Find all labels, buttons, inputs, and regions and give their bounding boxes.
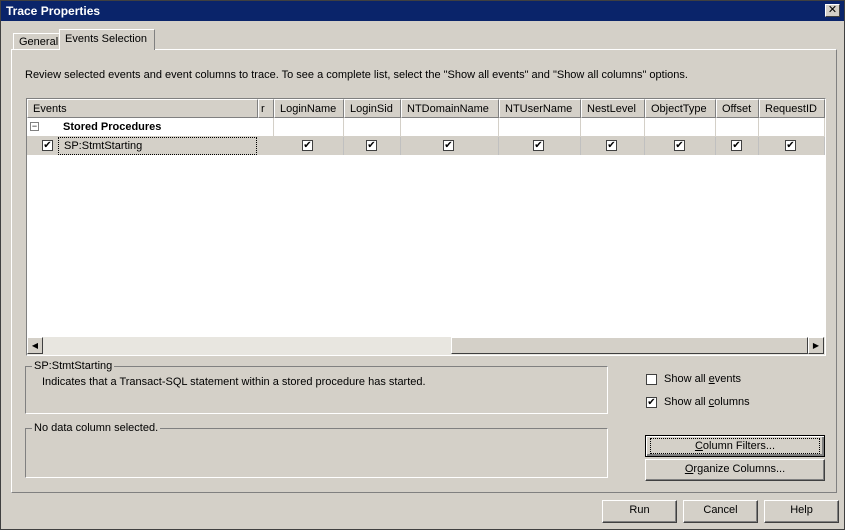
- group-cell-events: [27, 118, 258, 137]
- scrollbar-thumb[interactable]: [451, 337, 808, 354]
- events-grid[interactable]: Events r LoginName LoginSid NTDomainName…: [26, 98, 826, 356]
- events-selection-panel: Review selected events and event columns…: [11, 49, 837, 493]
- group-cell: [258, 118, 274, 137]
- column-checkbox-loginsid[interactable]: ✔: [366, 140, 377, 151]
- column-description-box: No data column selected.: [25, 422, 608, 478]
- title-bar[interactable]: Trace Properties ✕: [1, 1, 844, 21]
- group-cell: [499, 118, 581, 137]
- trace-properties-dialog: Trace Properties ✕ General Events Select…: [0, 0, 845, 530]
- group-cell: [401, 118, 499, 137]
- horizontal-scrollbar[interactable]: ◀ ▶: [27, 337, 825, 355]
- group-row-stored-procedures[interactable]: − Stored Procedures: [27, 118, 825, 137]
- event-description-box: SP:StmtStarting Indicates that a Transac…: [25, 360, 608, 414]
- column-header-ntdomainname[interactable]: NTDomainName: [401, 99, 499, 118]
- scroll-right-icon[interactable]: ▶: [808, 337, 824, 354]
- column-header-nestlevel[interactable]: NestLevel: [581, 99, 645, 118]
- group-cell: [645, 118, 716, 137]
- grid-viewport: Events r LoginName LoginSid NTDomainName…: [27, 99, 825, 337]
- column-checkbox-nestlevel[interactable]: ✔: [606, 140, 617, 151]
- organize-columns-label: Organize Columns...: [684, 463, 786, 475]
- close-icon[interactable]: ✕: [825, 4, 840, 17]
- column-checkbox-loginname[interactable]: ✔: [302, 140, 313, 151]
- column-description-title: No data column selected.: [32, 422, 161, 434]
- column-header-events[interactable]: Events: [27, 99, 258, 118]
- column-header-truncated[interactable]: r: [258, 99, 274, 118]
- column-filters-button[interactable]: Column Filters...: [645, 435, 825, 457]
- organize-columns-button[interactable]: Organize Columns...: [645, 459, 825, 481]
- group-cell: [716, 118, 759, 137]
- cell-requestid[interactable]: ✔: [759, 137, 825, 155]
- show-all-events-checkbox[interactable]: [646, 374, 657, 385]
- column-checkbox-requestid[interactable]: ✔: [785, 140, 796, 151]
- column-filters-label: Column Filters...: [650, 438, 820, 454]
- cell-offset[interactable]: ✔: [716, 137, 759, 155]
- column-checkbox-ntusername[interactable]: ✔: [533, 140, 544, 151]
- column-header-loginsid[interactable]: LoginSid: [344, 99, 401, 118]
- window-title: Trace Properties: [6, 4, 101, 18]
- cell-ntdomainname[interactable]: ✔: [401, 137, 499, 155]
- column-header-objecttype[interactable]: ObjectType: [645, 99, 716, 118]
- group-cell: [581, 118, 645, 137]
- column-checkbox-offset[interactable]: ✔: [731, 140, 742, 151]
- tab-events-selection[interactable]: Events Selection: [59, 29, 155, 50]
- cell-ntusername[interactable]: ✔: [499, 137, 581, 155]
- show-all-columns-checkbox[interactable]: ✔: [646, 397, 657, 408]
- cancel-button[interactable]: Cancel: [683, 500, 758, 523]
- cell-nestlevel[interactable]: ✔: [581, 137, 645, 155]
- event-description-title: SP:StmtStarting: [32, 360, 115, 372]
- group-cell: [274, 118, 344, 137]
- cell-objecttype[interactable]: ✔: [645, 137, 716, 155]
- show-all-events-label: Show all events: [664, 373, 742, 385]
- column-header-requestid[interactable]: RequestID: [759, 99, 825, 118]
- scroll-left-icon[interactable]: ◀: [27, 337, 43, 354]
- column-header-ntusername[interactable]: NTUserName: [499, 99, 581, 118]
- column-checkbox-ntdomainname[interactable]: ✔: [443, 140, 454, 151]
- cell-loginname[interactable]: ✔: [274, 137, 344, 155]
- column-header-offset[interactable]: Offset: [716, 99, 759, 118]
- run-button[interactable]: Run: [602, 500, 677, 523]
- event-description-text: Indicates that a Transact-SQL statement …: [42, 376, 426, 388]
- event-name-cell[interactable]: SP:StmtStarting: [58, 137, 257, 155]
- help-button[interactable]: Help: [764, 500, 839, 523]
- group-cell: [759, 118, 825, 137]
- instructions-text: Review selected events and event columns…: [25, 69, 688, 81]
- column-header-loginname[interactable]: LoginName: [274, 99, 344, 118]
- show-all-columns-label: Show all columns: [664, 396, 750, 408]
- event-select-checkbox[interactable]: ✔: [42, 140, 53, 151]
- table-row-sp-stmtstarting[interactable]: ✔ SP:StmtStarting ✔ ✔ ✔ ✔ ✔ ✔ ✔ ✔: [27, 137, 825, 155]
- column-checkbox-objecttype[interactable]: ✔: [674, 140, 685, 151]
- cell-loginsid[interactable]: ✔: [344, 137, 401, 155]
- group-cell: [344, 118, 401, 137]
